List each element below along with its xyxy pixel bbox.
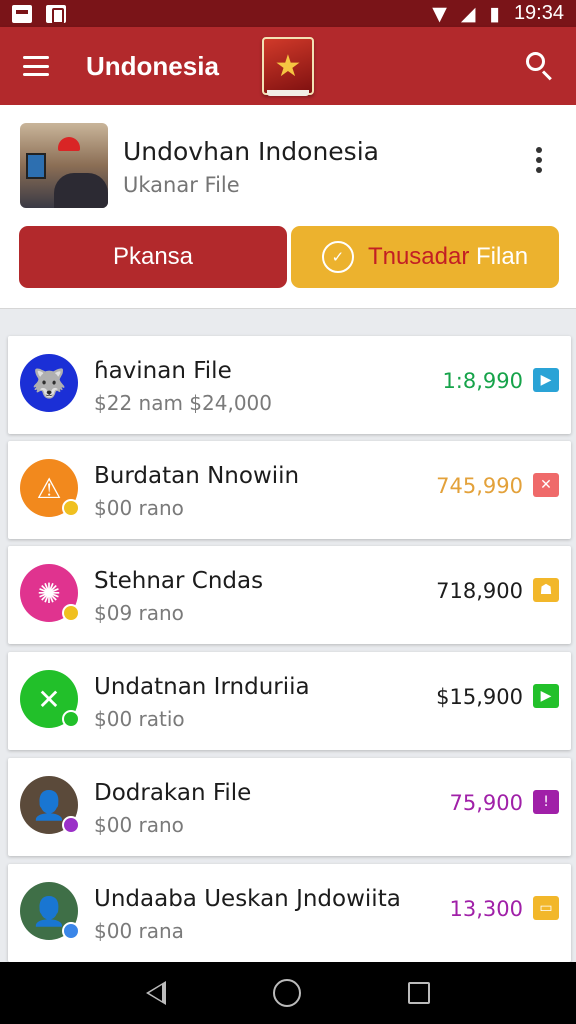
item-title: Undatnan Irnduriia	[94, 674, 310, 700]
item-amount: 718,900	[436, 579, 523, 603]
item-title: Dodrakan File	[94, 780, 252, 806]
profile-title: Undovhan Indonesia	[123, 137, 379, 166]
item-subtitle: $00 rana	[94, 919, 184, 943]
home-icon[interactable]	[272, 979, 301, 1007]
search-icon[interactable]	[526, 52, 554, 81]
status-dot	[62, 604, 80, 622]
item-subtitle: $00 rano	[94, 496, 184, 520]
signal-icon: ◢	[460, 2, 476, 25]
item-title: Undaaba Ueskan Jndowiita	[94, 886, 401, 912]
secondary-action-label-suffix: Filan	[476, 243, 529, 270]
status-dot	[62, 922, 80, 940]
recent-apps-icon[interactable]	[408, 982, 431, 1004]
list-item[interactable]: ✕ Undatnan Irnduriia $00 ratio $15,900 ▶	[8, 652, 571, 750]
mask-icon: ✺	[20, 564, 80, 622]
list-item[interactable]: 👤 Undaaba Ueskan Jndowiita $00 rana 13,3…	[8, 864, 571, 962]
list-item[interactable]: ✺ Stehnar Cndas $09 rano 718,900 ☗	[8, 546, 571, 644]
wolf-icon: 🐺	[20, 354, 78, 412]
sim-icon	[46, 4, 66, 24]
close-icon[interactable]: ✕	[533, 473, 559, 497]
play-icon[interactable]: ▶	[533, 368, 559, 392]
item-subtitle: $00 rano	[94, 813, 184, 837]
item-subtitle: $09 rano	[94, 601, 184, 625]
item-title: ɦavinan File	[94, 358, 232, 384]
app-logo: ★	[262, 37, 314, 96]
status-time: 19:34	[513, 2, 564, 24]
notification-icon	[12, 4, 32, 23]
back-icon[interactable]	[145, 981, 166, 1005]
app-bar: Undonesia ★	[0, 27, 576, 105]
list-item[interactable]: 👤 Dodrakan File $00 rano 75,900 !	[8, 758, 571, 856]
item-amount: 745,990	[436, 474, 523, 498]
primary-action-label: Pkansa	[112, 243, 194, 270]
list-item[interactable]: ⚠ Burdatan Nnowiin $00 rano 745,990 ✕	[8, 441, 571, 539]
shield-check-icon: ✓	[321, 241, 354, 273]
status-bar: ▼ ◢ ▮ 19:34	[0, 0, 576, 27]
person-photo-icon: 👤	[20, 776, 80, 834]
play-icon[interactable]: ▶	[533, 684, 559, 708]
warning-icon[interactable]: !	[533, 790, 559, 814]
item-title: Stehnar Cndas	[94, 568, 264, 594]
warning-icon: ⚠	[20, 459, 80, 517]
item-subtitle: $22 nam $24,000	[94, 391, 273, 415]
app-title: Undonesia	[86, 50, 219, 81]
status-dot	[62, 710, 80, 728]
status-dot	[62, 816, 80, 834]
list-item[interactable]: 🐺 ɦavinan File $22 nam $24,000 1:8,990 ▶	[8, 336, 571, 434]
item-title: Burdatan Nnowiin	[94, 463, 300, 489]
item-amount: 1:8,990	[442, 369, 523, 393]
system-nav-bar	[0, 962, 576, 1024]
person-photo-icon: 👤	[20, 882, 80, 940]
chat-icon[interactable]: ▭	[533, 896, 559, 920]
star-icon: ★	[274, 48, 302, 84]
profile-subtitle: Ukanar File	[123, 173, 240, 197]
secondary-action-button[interactable]: ✓ Tnusadar Filan	[291, 226, 559, 288]
close-icon: ✕	[20, 670, 80, 728]
item-amount: 75,900	[449, 791, 523, 815]
primary-action-button[interactable]: Pkansa	[19, 226, 287, 288]
item-amount: $15,900	[436, 685, 523, 709]
wifi-icon: ▼	[432, 2, 447, 25]
profile-thumbnail	[20, 123, 108, 208]
menu-icon[interactable]	[23, 56, 49, 76]
battery-icon: ▮	[489, 2, 500, 25]
secondary-action-label: Tnusadar	[367, 243, 470, 270]
status-dot	[62, 499, 80, 517]
item-amount: 13,300	[449, 897, 523, 921]
person-icon[interactable]: ☗	[533, 578, 559, 602]
item-subtitle: $00 ratio	[94, 707, 185, 731]
more-options-icon[interactable]	[535, 147, 543, 173]
